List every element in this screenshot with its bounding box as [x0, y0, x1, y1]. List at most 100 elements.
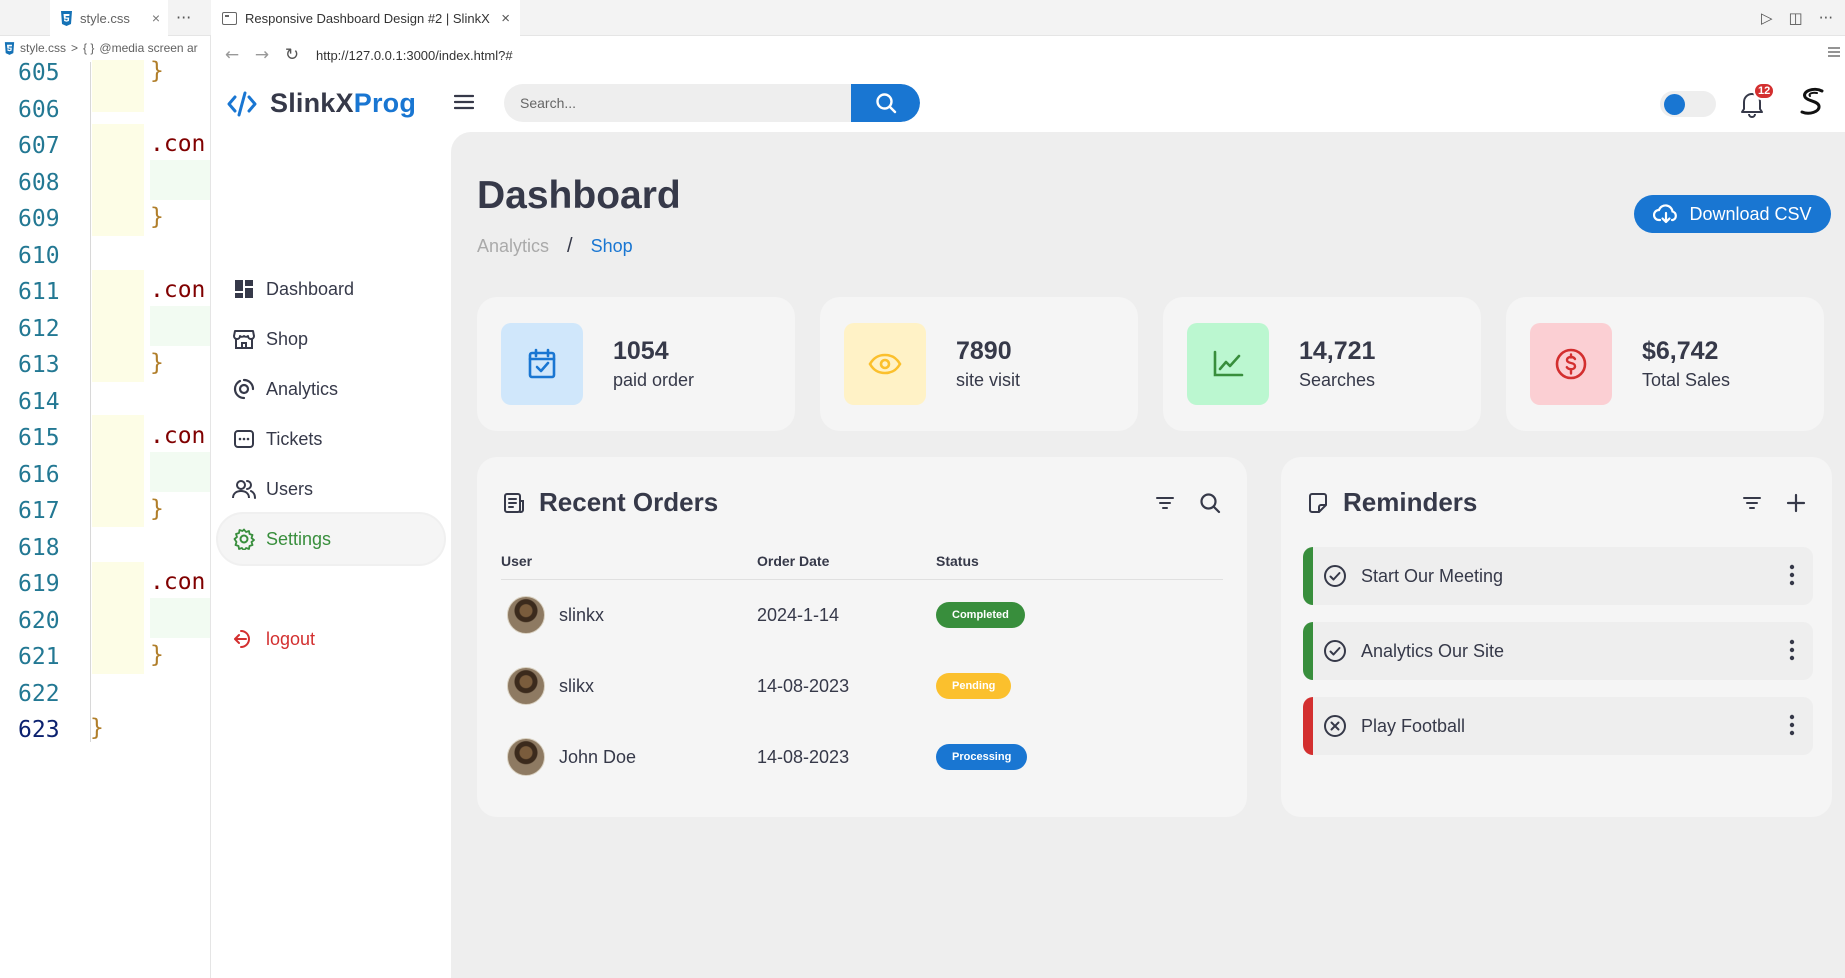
sidebar-item-users[interactable]: Users — [218, 464, 444, 514]
browser-tab[interactable]: Responsive Dashboard Design #2 | SlinkX … — [212, 0, 520, 36]
play-icon[interactable]: ▷ — [1761, 9, 1773, 27]
insight-card-searches: 14,721 Searches — [1163, 297, 1481, 431]
code-line[interactable]: 621} — [0, 642, 211, 679]
download-csv-button[interactable]: Download CSV — [1634, 195, 1831, 233]
notification-count-badge: 12 — [1753, 82, 1776, 100]
code-line[interactable]: 614 — [0, 387, 211, 424]
browser-tab-bar: Responsive Dashboard Design #2 | SlinkX … — [212, 0, 1845, 36]
breadcrumb: Analytics / Shop — [477, 235, 633, 258]
forward-arrow-icon[interactable]: → — [252, 45, 272, 65]
profile-logo-icon[interactable] — [1795, 84, 1831, 120]
split-view-icon[interactable]: ◫ — [1789, 9, 1803, 27]
editor-tab-style-css[interactable]: style.css × — [50, 0, 168, 36]
search-input[interactable] — [504, 84, 851, 122]
insight-label: site visit — [956, 370, 1021, 390]
code-text: } — [150, 350, 164, 376]
code-line[interactable]: 623} — [0, 715, 211, 752]
more-actions-icon[interactable]: ··· — [1819, 9, 1833, 27]
more-actions-icon[interactable]: ··· — [176, 8, 191, 27]
x-circle-icon[interactable] — [1323, 714, 1347, 738]
plus-icon[interactable] — [1786, 493, 1806, 513]
code-text: } — [150, 58, 164, 84]
hamburger-menu-icon[interactable] — [454, 94, 474, 110]
table-row[interactable]: slikx 14-08-2023 Pending — [501, 651, 1223, 722]
url-field[interactable]: http://127.0.0.1:3000/index.html?# — [316, 48, 513, 63]
reminder-list: Start Our Meeting Analytics Our Site Pla… — [1303, 547, 1813, 772]
filter-icon[interactable] — [1742, 495, 1762, 511]
code-line[interactable]: 617} — [0, 496, 211, 533]
search-button[interactable] — [851, 84, 920, 122]
theme-toggle[interactable] — [1660, 91, 1716, 117]
logo[interactable]: SlinkXProg — [226, 88, 416, 119]
close-icon[interactable]: × — [152, 10, 160, 26]
line-number: 610 — [18, 242, 60, 269]
logout-icon — [232, 627, 256, 651]
code-line[interactable]: 610 — [0, 241, 211, 278]
code-line[interactable]: 613} — [0, 350, 211, 387]
insight-label: Searches — [1299, 370, 1376, 390]
code-line[interactable]: 612 — [0, 314, 211, 351]
breadcrumb-separator: > — [71, 41, 79, 55]
sidebar-item-dashboard[interactable]: Dashboard — [218, 264, 444, 314]
sidebar-item-tickets[interactable]: Tickets — [218, 414, 444, 464]
check-circle-icon[interactable] — [1323, 564, 1347, 588]
code-line[interactable]: 606 — [0, 95, 211, 132]
table-row[interactable]: slinkx 2024-1-14 Completed — [501, 579, 1223, 651]
code-line[interactable]: 619 .con — [0, 569, 211, 606]
dashboard-app: SlinkXProg 12 Dashboard Shop — [212, 74, 1845, 978]
css-file-icon — [61, 10, 72, 26]
code-line[interactable]: 620 — [0, 606, 211, 643]
line-number: 615 — [18, 425, 60, 451]
code-line[interactable]: 608 — [0, 168, 211, 205]
ticket-icon — [232, 427, 256, 451]
line-number: 616 — [18, 461, 60, 488]
code-line[interactable]: 618 — [0, 533, 211, 570]
code-line[interactable]: 605} — [0, 58, 211, 95]
sidebar-item-shop[interactable]: Shop — [218, 314, 444, 364]
eye-icon — [844, 323, 926, 405]
breadcrumb-shop[interactable]: Shop — [591, 236, 633, 257]
code-line[interactable]: 607 .con — [0, 131, 211, 168]
sidebar-item-label: Tickets — [266, 428, 323, 449]
code-line[interactable]: 615 .con — [0, 423, 211, 460]
insight-value: $6,742 — [1642, 337, 1719, 365]
editor-tab-bar: style.css × ··· — [0, 0, 211, 36]
filter-icon[interactable] — [1155, 495, 1175, 511]
reminder-label: Play Football — [1361, 715, 1466, 736]
logout-button[interactable]: logout — [218, 614, 444, 664]
table-row[interactable]: John Doe 14-08-2023 Processing — [501, 722, 1223, 793]
sidebar-item-label: Shop — [266, 328, 309, 349]
reminder-item[interactable]: Start Our Meeting — [1303, 547, 1813, 605]
search-icon[interactable] — [1199, 492, 1221, 514]
table-header-row: User Order Date Status — [501, 543, 1223, 580]
more-vert-icon[interactable] — [1789, 564, 1795, 586]
code-line[interactable]: 616 — [0, 460, 211, 497]
check-circle-icon[interactable] — [1323, 639, 1347, 663]
reminder-item[interactable]: Play Football — [1303, 697, 1813, 755]
store-icon — [232, 327, 256, 351]
more-vert-icon[interactable] — [1789, 639, 1795, 661]
insight-label: Total Sales — [1642, 370, 1731, 390]
reload-icon[interactable]: ↻ — [282, 45, 302, 65]
reminder-item[interactable]: Analytics Our Site — [1303, 622, 1813, 680]
sidebar-item-label: Settings — [266, 528, 332, 549]
code-lines[interactable]: 605} 606 607 .con 608 609} 610 611 .con 612 613} 61… — [0, 58, 211, 752]
code-line[interactable]: 609} — [0, 204, 211, 241]
notifications-button[interactable]: 12 — [1739, 82, 1776, 118]
code-editor-pane: style.css × ··· style.css > { } @media s… — [0, 0, 211, 978]
code-line[interactable]: 611 .con — [0, 277, 211, 314]
code-line[interactable]: 622 — [0, 679, 211, 716]
hamburger-menu-icon[interactable] — [1827, 46, 1841, 58]
sidebar-item-label: Analytics — [266, 378, 339, 399]
back-arrow-icon[interactable]: ← — [222, 45, 242, 65]
more-vert-icon[interactable] — [1789, 714, 1795, 736]
breadcrumb-media-query[interactable]: @media screen ar — [99, 41, 197, 55]
sidebar-item-settings[interactable]: Settings — [218, 514, 444, 564]
dollar-circle-icon — [1530, 323, 1612, 405]
sidebar-item-analytics[interactable]: Analytics — [218, 364, 444, 414]
code-text: } — [150, 496, 164, 522]
breadcrumb-file[interactable]: style.css — [20, 41, 66, 55]
sidebar: Dashboard Shop Analytics Tickets Users S… — [212, 132, 451, 978]
breadcrumb-analytics[interactable]: Analytics — [477, 236, 549, 257]
close-icon[interactable]: × — [501, 10, 510, 27]
